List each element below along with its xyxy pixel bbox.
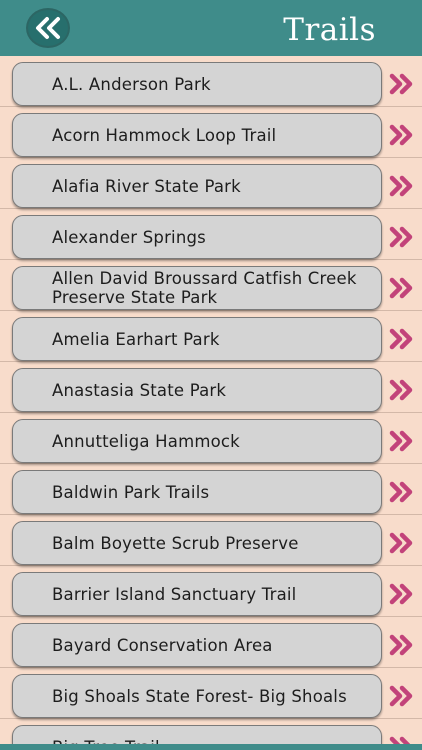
- trail-button[interactable]: Baldwin Park Trails: [12, 470, 382, 514]
- list-item[interactable]: Anastasia State Park: [0, 362, 422, 413]
- trail-button[interactable]: Amelia Earhart Park: [12, 317, 382, 361]
- trail-name: Allen David Broussard Catfish Creek Pres…: [52, 269, 357, 307]
- double-chevron-left-icon: [36, 17, 60, 39]
- trail-button[interactable]: Annutteliga Hammock: [12, 419, 382, 463]
- double-chevron-right-icon[interactable]: [389, 124, 415, 146]
- trail-name: Big Shoals State Forest- Big Shoals: [52, 686, 347, 706]
- double-chevron-right-icon[interactable]: [389, 481, 415, 503]
- double-chevron-right-icon[interactable]: [389, 226, 415, 248]
- trail-button[interactable]: Bayard Conservation Area: [12, 623, 382, 667]
- trail-button[interactable]: Barrier Island Sanctuary Trail: [12, 572, 382, 616]
- trail-name: Bayard Conservation Area: [52, 635, 273, 655]
- trail-button[interactable]: Acorn Hammock Loop Trail: [12, 113, 382, 157]
- page-title: Trails: [283, 12, 376, 48]
- back-button[interactable]: [26, 8, 70, 48]
- trail-list[interactable]: A.L. Anderson Park Acorn Hammock Loop Tra…: [0, 56, 422, 750]
- trail-name: Balm Boyette Scrub Preserve: [52, 533, 299, 553]
- trail-name: Barrier Island Sanctuary Trail: [52, 584, 297, 604]
- trail-name: Alexander Springs: [52, 227, 206, 247]
- list-item[interactable]: Big Shoals State Forest- Big Shoals: [0, 668, 422, 719]
- list-item[interactable]: Allen David Broussard Catfish Creek Pres…: [0, 260, 422, 311]
- trail-name: Alafia River State Park: [52, 176, 241, 196]
- double-chevron-right-icon[interactable]: [389, 532, 415, 554]
- list-item[interactable]: Bayard Conservation Area: [0, 617, 422, 668]
- list-item[interactable]: Acorn Hammock Loop Trail: [0, 107, 422, 158]
- list-item[interactable]: Alexander Springs: [0, 209, 422, 260]
- trail-name: A.L. Anderson Park: [52, 74, 211, 94]
- double-chevron-right-icon[interactable]: [389, 634, 415, 656]
- app-screen: Trails A.L. Anderson Park Acorn Hammock L…: [0, 0, 422, 750]
- trail-button[interactable]: Allen David Broussard Catfish Creek Pres…: [12, 266, 382, 310]
- list-item[interactable]: Baldwin Park Trails: [0, 464, 422, 515]
- double-chevron-right-icon[interactable]: [389, 430, 415, 452]
- trail-button[interactable]: Balm Boyette Scrub Preserve: [12, 521, 382, 565]
- double-chevron-right-icon[interactable]: [389, 328, 415, 350]
- double-chevron-right-icon[interactable]: [389, 277, 415, 299]
- trail-button[interactable]: Alafia River State Park: [12, 164, 382, 208]
- list-item[interactable]: Annutteliga Hammock: [0, 413, 422, 464]
- trail-name: Anastasia State Park: [52, 380, 227, 400]
- list-item[interactable]: Balm Boyette Scrub Preserve: [0, 515, 422, 566]
- list-item[interactable]: A.L. Anderson Park: [0, 56, 422, 107]
- trail-name: Baldwin Park Trails: [52, 482, 210, 502]
- double-chevron-right-icon[interactable]: [389, 379, 415, 401]
- trail-button[interactable]: Alexander Springs: [12, 215, 382, 259]
- trail-button[interactable]: Anastasia State Park: [12, 368, 382, 412]
- trail-button[interactable]: Big Shoals State Forest- Big Shoals: [12, 674, 382, 718]
- list-item[interactable]: Alafia River State Park: [0, 158, 422, 209]
- double-chevron-right-icon[interactable]: [389, 175, 415, 197]
- trail-button[interactable]: A.L. Anderson Park: [12, 62, 382, 106]
- double-chevron-right-icon[interactable]: [389, 583, 415, 605]
- header-bar: Trails: [0, 0, 422, 56]
- trail-name: Amelia Earhart Park: [52, 329, 220, 349]
- trail-name: Acorn Hammock Loop Trail: [52, 125, 277, 145]
- double-chevron-right-icon[interactable]: [389, 73, 415, 95]
- list-item[interactable]: Barrier Island Sanctuary Trail: [0, 566, 422, 617]
- bottom-bar: [0, 744, 422, 750]
- list-item[interactable]: Amelia Earhart Park: [0, 311, 422, 362]
- trail-name: Annutteliga Hammock: [52, 431, 240, 451]
- double-chevron-right-icon[interactable]: [389, 685, 415, 707]
